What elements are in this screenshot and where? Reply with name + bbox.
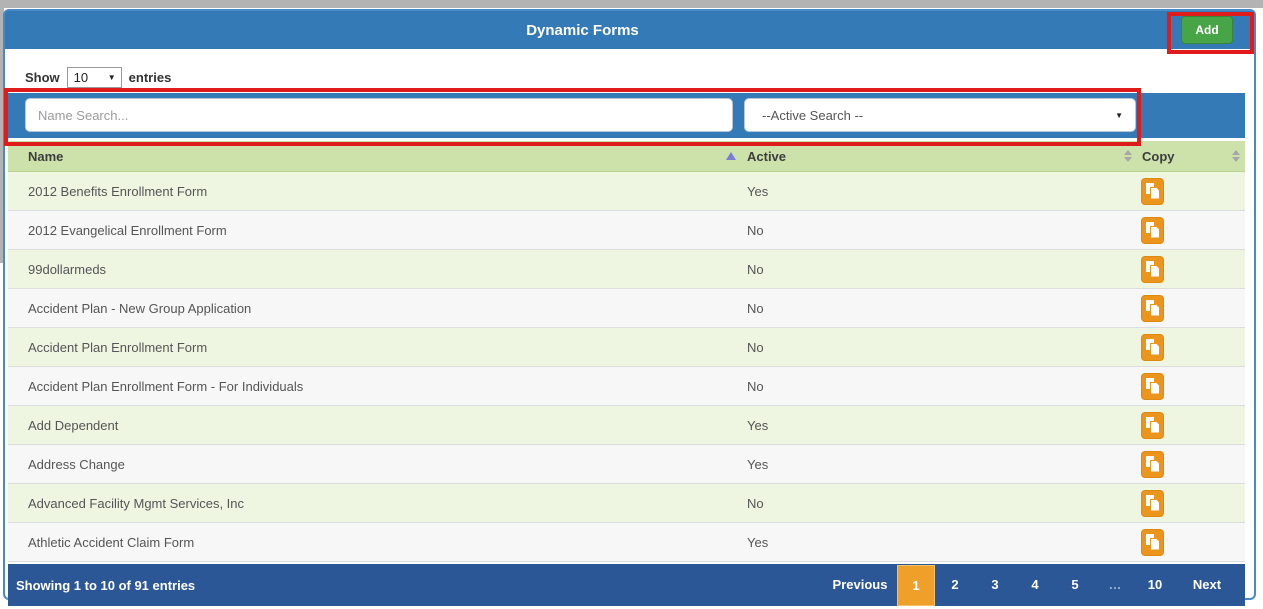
pagination-item[interactable]: 10: [1135, 564, 1175, 606]
forms-table: Name Active Copy 2012 Benefits Enrollmen…: [8, 141, 1245, 562]
page-size-value: 10: [74, 70, 88, 85]
copy-button[interactable]: [1141, 256, 1164, 283]
table-header-row: Name Active Copy: [8, 141, 1245, 172]
cell-active: No: [739, 211, 1137, 250]
table-row: Advanced Facility Mgmt Services, Inc No: [8, 484, 1245, 523]
table-row: Address Change Yes: [8, 445, 1245, 484]
column-header-name[interactable]: Name: [8, 141, 739, 172]
pagination-item[interactable]: Next: [1175, 564, 1239, 606]
chevron-down-icon: ▼: [1115, 111, 1123, 120]
cell-copy: [1137, 445, 1245, 484]
page-size-select[interactable]: 10 ▼: [67, 67, 122, 88]
cell-active: Yes: [739, 406, 1137, 445]
cell-form-name: 2012 Benefits Enrollment Form: [8, 172, 739, 211]
add-button[interactable]: Add: [1181, 16, 1232, 44]
title-bar-button-zone: Add: [1160, 16, 1254, 44]
copy-button[interactable]: [1141, 490, 1164, 517]
copy-button[interactable]: [1141, 373, 1164, 400]
table-row: Accident Plan - New Group Application No: [8, 289, 1245, 328]
cell-form-name: Add Dependent: [8, 406, 739, 445]
cell-copy: [1137, 289, 1245, 328]
window-top-edge: [0, 0, 1263, 8]
sort-unsorted-icon: [1232, 150, 1240, 162]
table-row: Add Dependent Yes: [8, 406, 1245, 445]
table-row: 2012 Evangelical Enrollment Form No: [8, 211, 1245, 250]
cell-copy: [1137, 250, 1245, 289]
chevron-down-icon: ▼: [108, 73, 116, 82]
cell-active: No: [739, 328, 1137, 367]
cell-active: No: [739, 289, 1137, 328]
page-title: Dynamic Forms: [5, 22, 1160, 39]
pagination-item[interactable]: Previous: [823, 564, 897, 606]
pagination-item[interactable]: 2: [935, 564, 975, 606]
show-label: Show: [25, 70, 60, 85]
cell-copy: [1137, 172, 1245, 211]
cell-active: No: [739, 250, 1137, 289]
table-body: 2012 Benefits Enrollment Form Yes 2012 E…: [8, 172, 1245, 562]
table-row: 99dollarmeds No: [8, 250, 1245, 289]
cell-form-name: Accident Plan Enrollment Form - For Indi…: [8, 367, 739, 406]
cell-active: Yes: [739, 445, 1137, 484]
column-header-copy[interactable]: Copy: [1137, 141, 1245, 172]
copy-button[interactable]: [1141, 178, 1164, 205]
pagination-item[interactable]: 1: [897, 565, 935, 606]
name-search-input[interactable]: [25, 98, 733, 132]
cell-active: Yes: [739, 172, 1137, 211]
copy-button[interactable]: [1141, 217, 1164, 244]
table-footer: Showing 1 to 10 of 91 entries Previous 1…: [8, 564, 1245, 606]
sort-unsorted-icon: [1124, 150, 1132, 162]
table-row: 2012 Benefits Enrollment Form Yes: [8, 172, 1245, 211]
cell-active: No: [739, 367, 1137, 406]
copy-button[interactable]: [1141, 451, 1164, 478]
cell-form-name: Accident Plan - New Group Application: [8, 289, 739, 328]
table-row: Accident Plan Enrollment Form - For Indi…: [8, 367, 1245, 406]
cell-form-name: 99dollarmeds: [8, 250, 739, 289]
active-search-select[interactable]: --Active Search -- ▼: [744, 98, 1136, 132]
show-entries-controls: Show 10 ▼ entries: [25, 66, 1254, 88]
table-row: Athletic Accident Claim Form Yes: [8, 523, 1245, 562]
table-row: Accident Plan Enrollment Form No: [8, 328, 1245, 367]
column-header-active[interactable]: Active: [739, 141, 1137, 172]
cell-form-name: Accident Plan Enrollment Form: [8, 328, 739, 367]
copy-button[interactable]: [1141, 334, 1164, 361]
cell-form-name: 2012 Evangelical Enrollment Form: [8, 211, 739, 250]
pagination-item: …: [1095, 564, 1135, 606]
pagination-item[interactable]: 3: [975, 564, 1015, 606]
cell-copy: [1137, 523, 1245, 562]
sort-ascending-icon: [726, 152, 736, 160]
entries-label: entries: [129, 70, 172, 85]
cell-active: No: [739, 484, 1137, 523]
cell-copy: [1137, 406, 1245, 445]
cell-form-name: Address Change: [8, 445, 739, 484]
cell-active: Yes: [739, 523, 1137, 562]
pagination-item[interactable]: 5: [1055, 564, 1095, 606]
copy-button[interactable]: [1141, 295, 1164, 322]
cell-form-name: Athletic Accident Claim Form: [8, 523, 739, 562]
cell-copy: [1137, 328, 1245, 367]
pagination-item[interactable]: 4: [1015, 564, 1055, 606]
cell-form-name: Advanced Facility Mgmt Services, Inc: [8, 484, 739, 523]
copy-button[interactable]: [1141, 412, 1164, 439]
pagination: Previous 1 2 3 4 5 … 10 Next: [823, 564, 1245, 606]
copy-button[interactable]: [1141, 529, 1164, 556]
title-bar: Dynamic Forms Add: [5, 11, 1254, 49]
cell-copy: [1137, 484, 1245, 523]
cell-copy: [1137, 211, 1245, 250]
active-search-selected-value: --Active Search --: [762, 108, 863, 123]
cell-copy: [1137, 367, 1245, 406]
dynamic-forms-panel: Dynamic Forms Add Show 10 ▼ entries --Ac…: [3, 9, 1256, 600]
search-bar: --Active Search -- ▼: [8, 93, 1245, 138]
entries-info: Showing 1 to 10 of 91 entries: [8, 578, 195, 593]
